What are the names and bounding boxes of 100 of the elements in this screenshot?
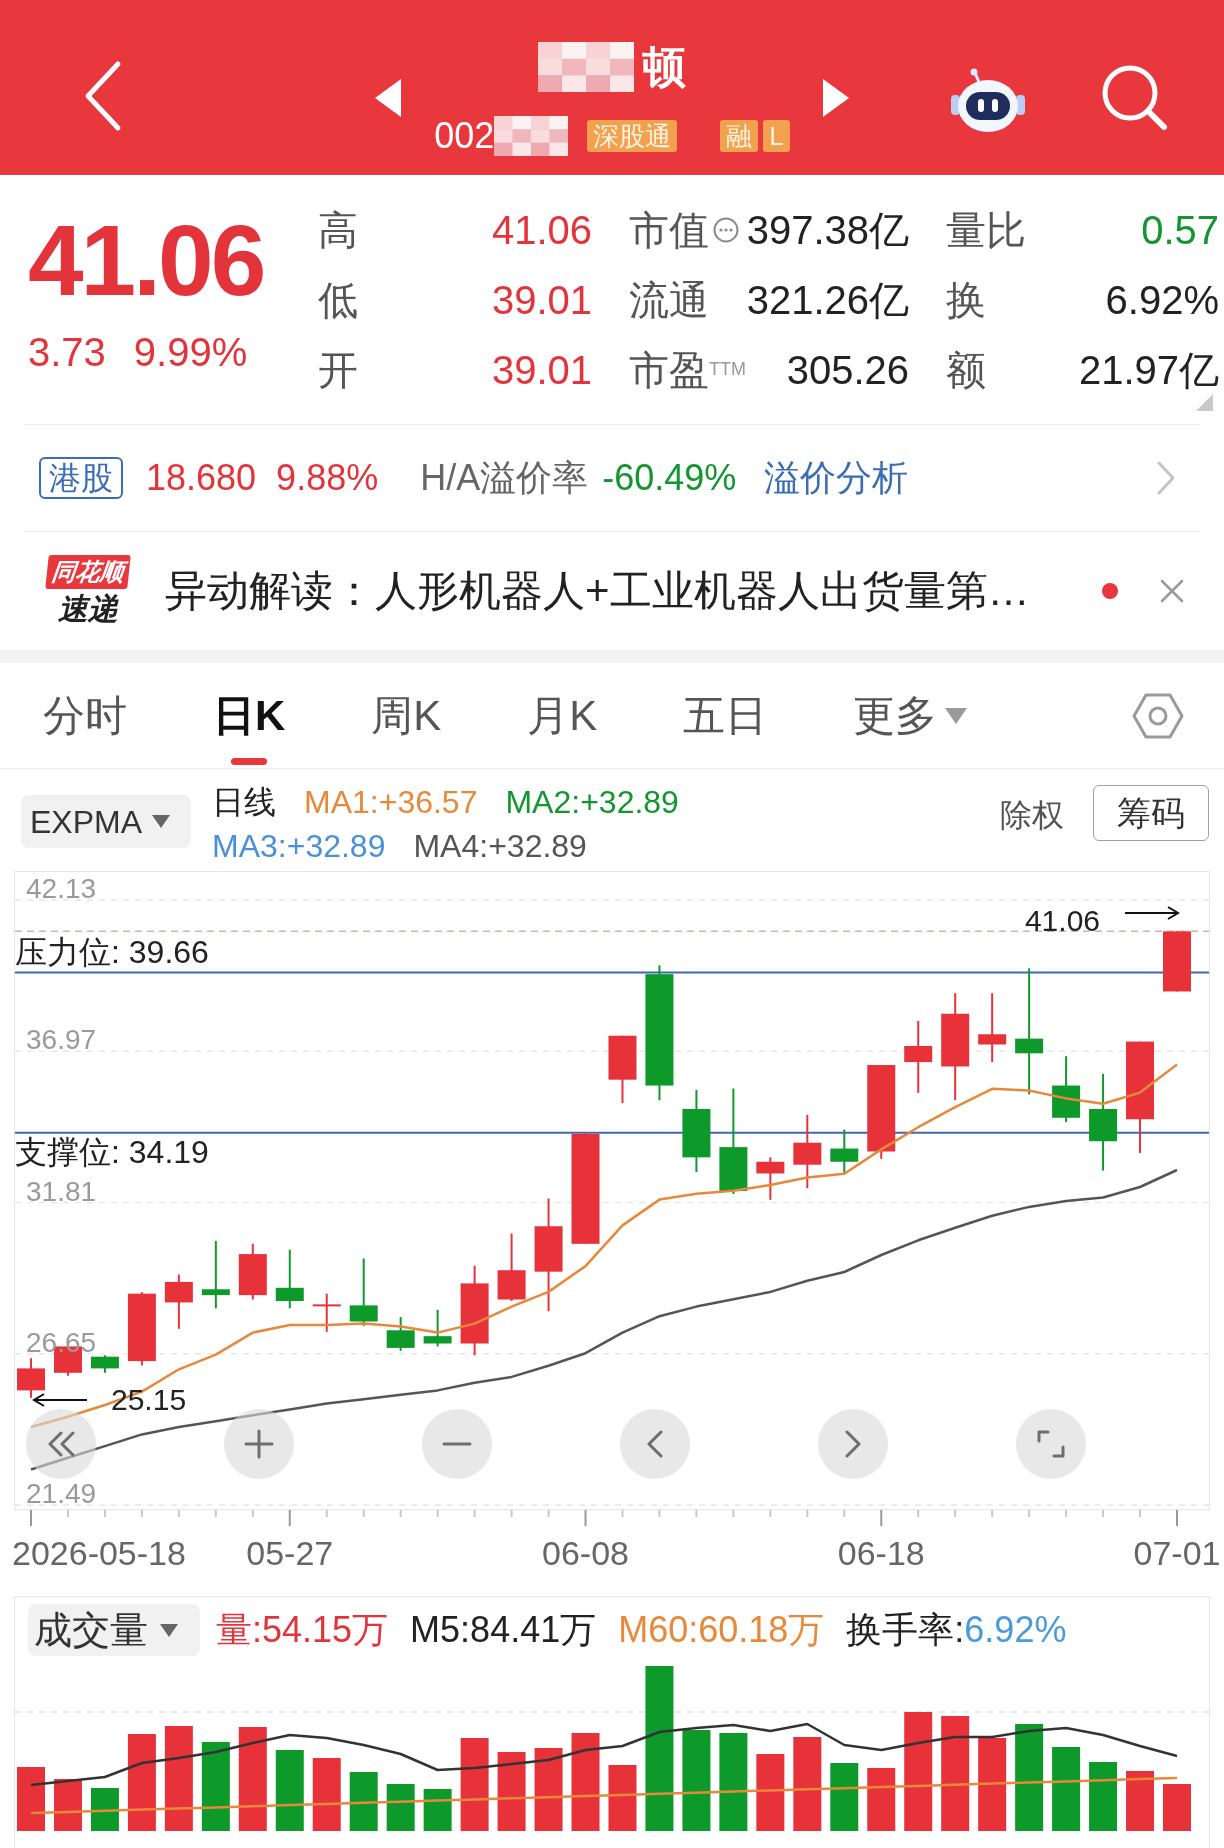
stat-label: 市值 [629, 207, 709, 254]
y-axis-label: 31.81 [26, 1177, 97, 1206]
candlestick [1052, 1055, 1081, 1124]
left-triangle-icon[interactable] [375, 79, 401, 117]
left-arrow-icon [32, 1392, 88, 1407]
hk-change-percent: 9.88% [276, 456, 379, 500]
volume-bar [1163, 1784, 1191, 1831]
corner-triangle-icon [1196, 394, 1213, 411]
premium-analysis-link[interactable]: 溢价分析 [764, 451, 909, 505]
percent-change: 9.99% [133, 329, 248, 376]
x-axis-label: 2026-05-18 [12, 1533, 186, 1573]
candlestick [497, 1232, 526, 1302]
volume-bar [830, 1763, 859, 1831]
market-tag[interactable]: 港股 [39, 457, 123, 499]
caret-icon [152, 815, 171, 828]
period-tab[interactable]: 分时 [23, 663, 147, 768]
settings-icon[interactable] [1132, 693, 1184, 739]
last-price: 41.06 [28, 210, 265, 310]
y-axis-label: 42.13 [26, 875, 97, 903]
premium-value: -60.49% [602, 456, 737, 500]
stat-label: 额 [946, 347, 986, 394]
candlestick [275, 1248, 304, 1310]
x-axis-label: 06-18 [837, 1533, 925, 1573]
volume-bar [349, 1772, 378, 1831]
price-extreme-label: 41.06 [1024, 904, 1100, 939]
candlestick [386, 1316, 415, 1352]
candlestick [1163, 930, 1191, 993]
stat-value: 397.38亿 [746, 207, 909, 254]
stat-value: 21.97亿 [1078, 347, 1219, 394]
ma-value: MA2:+32.89 [505, 783, 679, 822]
volume-bar [867, 1768, 896, 1831]
close-icon[interactable] [1160, 579, 1184, 603]
robot-icon[interactable] [949, 68, 1027, 134]
y-axis-label: 26.65 [26, 1328, 97, 1357]
stock-name: 顿 [642, 41, 686, 93]
stat-label: 高 [318, 207, 358, 254]
price-level-label: 支撑位: 34.19 [15, 1133, 209, 1170]
volume-bar [17, 1767, 45, 1831]
period-tab[interactable]: 日K [193, 663, 306, 768]
volume-bar [386, 1784, 415, 1831]
candlestick [978, 992, 1007, 1064]
stock-tag: 融 [720, 120, 759, 152]
volume-readout: 量:54.15万 [216, 1608, 389, 1652]
stock-code: 002 [434, 116, 495, 156]
volume-bar [608, 1765, 637, 1831]
candlestick [17, 1357, 45, 1399]
stat-label: 开 [318, 347, 358, 394]
caret-icon [945, 708, 968, 724]
ellipsis-circle-icon[interactable] [713, 217, 739, 243]
right-arrow-icon [1124, 906, 1180, 921]
stat-label: 换 [946, 277, 986, 324]
x-axis-label: 06-08 [542, 1533, 629, 1573]
stat-label: 量比 [946, 207, 1026, 254]
stat-label: 低 [318, 277, 358, 324]
stat-value: 6.92% [1105, 277, 1219, 324]
period-tab[interactable]: 周K [351, 663, 462, 768]
volume-readout: M5:84.41万 [410, 1608, 597, 1652]
caret-icon [160, 1623, 178, 1637]
candlestick [164, 1273, 193, 1330]
candlestick [830, 1128, 859, 1175]
chevron-right-icon[interactable] [1156, 460, 1176, 496]
ma-value: MA1:+36.57 [304, 783, 478, 822]
volume-readout: M60:60.18万 [618, 1608, 825, 1652]
stat-value: 0.57 [1141, 207, 1219, 254]
candlestick [756, 1156, 785, 1201]
ma-value: MA4:+32.89 [413, 827, 587, 866]
stat-value: 41.06 [491, 207, 592, 254]
ma-value: MA3:+32.89 [212, 827, 386, 866]
minus-icon [442, 1442, 472, 1446]
volume-bar [1089, 1762, 1118, 1831]
period-tab[interactable]: 月K [507, 663, 618, 768]
chevron-left-icon [647, 1430, 663, 1458]
plus-icon [244, 1429, 274, 1459]
indicator-dropdown[interactable]: EXPMA [21, 795, 191, 848]
candlestick [90, 1354, 119, 1374]
stat-label: 市盈$^{TTM}$ [629, 347, 746, 394]
ex-rights-toggle[interactable]: 除权 [1000, 793, 1064, 837]
logo-text: 速递 [58, 591, 118, 627]
volume-indicator-dropdown[interactable]: 成交量 [28, 1604, 200, 1656]
chip-distribution-button[interactable]: 筹码 [1093, 785, 1209, 841]
turnover-label: 换手率: [846, 1608, 965, 1652]
price-extreme-label: 25.15 [111, 1382, 187, 1417]
price-level-label: 压力位: 39.66 [15, 934, 209, 971]
period-tab[interactable]: 更多 [833, 663, 988, 768]
period-tab[interactable]: 五日 [663, 663, 788, 768]
search-icon[interactable] [1100, 63, 1168, 131]
news-headline[interactable]: 异动解读：人形机器人+工业机器人出货量第… [165, 566, 1030, 616]
turnover-value: 6.92% [964, 1608, 1067, 1652]
y-axis-label: 21.49 [26, 1480, 97, 1508]
stat-value: 321.26亿 [746, 277, 909, 324]
x-axis-label: 07-01 [1133, 1533, 1221, 1573]
stock-tag: 深股通 [587, 120, 678, 152]
premium-label: H/A溢价率 [420, 456, 589, 500]
volume-bar [423, 1789, 452, 1831]
expand-icon [1037, 1430, 1065, 1458]
chevron-right-icon [845, 1430, 861, 1458]
right-triangle-icon[interactable] [823, 79, 849, 117]
hk-price: 18.680 [146, 456, 257, 500]
price-change: 3.73 [28, 329, 106, 376]
candlestick [201, 1239, 230, 1310]
